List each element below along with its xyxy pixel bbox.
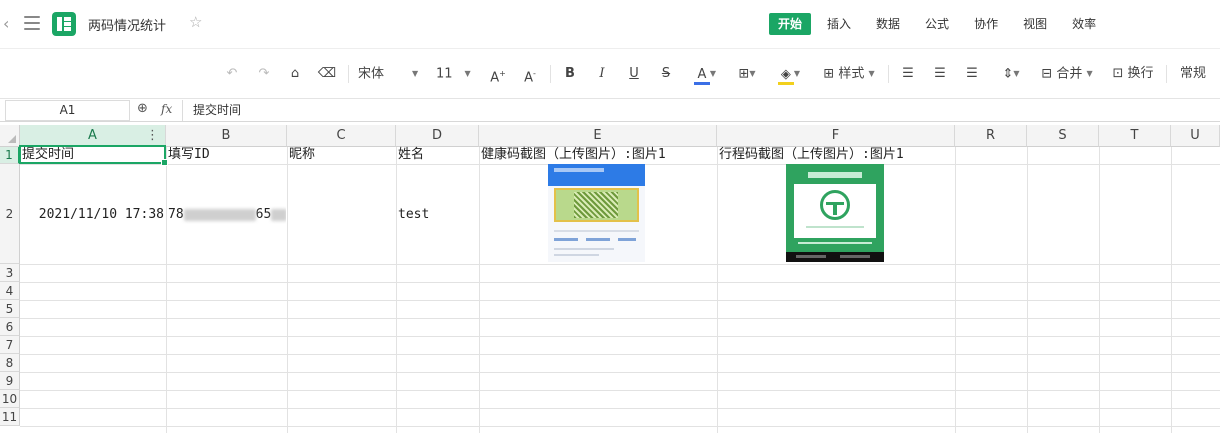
row-header-2[interactable]: 2 bbox=[0, 164, 20, 264]
formula-input[interactable]: 提交时间 bbox=[182, 100, 1217, 121]
id-suffix: 65 bbox=[255, 207, 272, 222]
cell-e1[interactable]: 健康码截图（上传图片）:图片1 bbox=[481, 146, 716, 163]
align-center-icon[interactable]: ☰ bbox=[930, 63, 950, 85]
redacted-id bbox=[183, 208, 256, 221]
row-header-1[interactable]: 1 bbox=[0, 147, 20, 164]
fill-color-button[interactable]: ◈ ▼ bbox=[772, 63, 806, 85]
row-header-9[interactable]: 9 bbox=[0, 372, 20, 390]
zoom-icon[interactable]: ⊕ bbox=[137, 101, 148, 116]
font-family-value: 宋体 bbox=[358, 66, 385, 82]
merge-label: 合并 bbox=[1056, 66, 1083, 82]
bold-icon[interactable]: B bbox=[560, 63, 580, 85]
cell-c1[interactable]: 昵称 bbox=[289, 146, 395, 163]
spreadsheet-grid[interactable]: A ⋮ B C D E F R S T U 1 2 3 4 5 6 7 8 9 1… bbox=[0, 122, 1220, 433]
align-left-icon[interactable]: ☰ bbox=[898, 63, 918, 85]
tab-data[interactable]: 数据 bbox=[867, 13, 909, 35]
clear-format-icon[interactable]: ⌫ bbox=[317, 63, 337, 85]
cell-d1[interactable]: 姓名 bbox=[398, 146, 478, 163]
tab-formula[interactable]: 公式 bbox=[916, 13, 958, 35]
fill-color-icon: ◈ bbox=[777, 64, 794, 86]
column-header-a[interactable]: A ⋮ bbox=[20, 125, 166, 147]
border-icon: ⊞ bbox=[738, 66, 750, 82]
cell-style-icon: ⊞ bbox=[823, 66, 835, 82]
cell-a2[interactable]: 2021/11/10 17:38 bbox=[22, 206, 164, 224]
sheet-logo-icon bbox=[52, 12, 76, 36]
menu-icon[interactable] bbox=[24, 16, 40, 30]
row-header-4[interactable]: 4 bbox=[0, 282, 20, 300]
font-color-button[interactable]: A ▼ bbox=[688, 63, 722, 85]
column-header-r[interactable]: R bbox=[955, 125, 1027, 147]
cell-b2[interactable]: 78 65 bbox=[168, 206, 286, 224]
document-title[interactable]: 两码情况统计 bbox=[88, 15, 166, 34]
font-family-select[interactable]: 宋体 ▼ bbox=[358, 63, 426, 85]
column-header-f[interactable]: F bbox=[717, 125, 955, 147]
font-size-value: 11 bbox=[436, 66, 453, 82]
row-header-8[interactable]: 8 bbox=[0, 354, 20, 372]
tab-efficiency[interactable]: 效率 bbox=[1063, 13, 1105, 35]
select-all-corner[interactable] bbox=[0, 125, 20, 147]
formula-bar: A1 ⊕ fx 提交时间 bbox=[0, 98, 1220, 122]
health-code-image[interactable] bbox=[548, 164, 645, 262]
cell-f1[interactable]: 行程码截图（上传图片）:图片1 bbox=[719, 146, 954, 163]
row-header-5[interactable]: 5 bbox=[0, 300, 20, 318]
row-header-6[interactable]: 6 bbox=[0, 318, 20, 336]
font-size-select[interactable]: 11 ▼ bbox=[436, 63, 478, 85]
align-right-icon[interactable]: ☰ bbox=[962, 63, 982, 85]
wrap-text-label: 换行 bbox=[1127, 66, 1154, 81]
menu-tabs: 开始 插入 数据 公式 协作 视图 效率 bbox=[769, 13, 1112, 35]
row-header-11[interactable]: 11 bbox=[0, 408, 20, 426]
back-icon[interactable]: ‹ bbox=[3, 14, 17, 34]
id-prefix: 78 bbox=[168, 207, 184, 222]
cell-style-button[interactable]: ⊞ 样式 ▼ bbox=[818, 63, 880, 85]
font-color-icon: A bbox=[693, 64, 710, 86]
column-header-s[interactable]: S bbox=[1027, 125, 1099, 147]
trip-code-image[interactable] bbox=[786, 164, 884, 262]
active-cell-selection bbox=[19, 145, 168, 166]
number-format-select[interactable]: 常规 bbox=[1176, 63, 1210, 85]
tab-insert[interactable]: 插入 bbox=[818, 13, 860, 35]
merge-button[interactable]: ⊟ 合并 ▼ bbox=[1036, 63, 1098, 85]
star-icon[interactable]: ☆ bbox=[189, 13, 202, 31]
fx-icon[interactable]: fx bbox=[161, 102, 172, 116]
row-header-3[interactable]: 3 bbox=[0, 264, 20, 282]
column-header-e[interactable]: E bbox=[479, 125, 717, 147]
tab-start[interactable]: 开始 bbox=[769, 13, 812, 35]
tab-collaborate[interactable]: 协作 bbox=[965, 13, 1007, 35]
tab-view[interactable]: 视图 bbox=[1014, 13, 1056, 35]
column-header-d[interactable]: D bbox=[396, 125, 479, 147]
wrap-text-icon: ⊡ bbox=[1112, 66, 1124, 81]
vertical-align-icon: ⇕ bbox=[1002, 66, 1014, 82]
name-box[interactable]: A1 bbox=[5, 100, 130, 121]
column-header-u[interactable]: U bbox=[1171, 125, 1220, 147]
cell-b1[interactable]: 填写ID bbox=[168, 146, 286, 163]
increase-font-icon[interactable]: A+ bbox=[488, 63, 508, 85]
formatting-toolbar: ↶ ↷ ⌂ ⌫ 宋体 ▼ 11 ▼ A+ A- B I U S A ▼ ⊞▼ ◈ ▼ ⊞… bbox=[0, 48, 1220, 98]
column-header-b[interactable]: B bbox=[166, 125, 287, 147]
column-header-t[interactable]: T bbox=[1099, 125, 1171, 147]
column-menu-icon[interactable]: ⋮ bbox=[146, 125, 159, 147]
row-header-10[interactable]: 10 bbox=[0, 390, 20, 408]
underline-icon[interactable]: U bbox=[624, 63, 644, 85]
undo-icon[interactable]: ↶ bbox=[222, 63, 242, 85]
column-header-c[interactable]: C bbox=[287, 125, 396, 147]
vertical-align-button[interactable]: ⇕▼ bbox=[994, 63, 1028, 85]
title-bar: ‹ 两码情况统计 ☆ 开始 插入 数据 公式 协作 视图 效率 bbox=[0, 0, 1220, 48]
redacted-id-end bbox=[271, 208, 286, 221]
wrap-text-button[interactable]: ⊡ 换行 bbox=[1108, 63, 1158, 85]
cell-d2[interactable]: test bbox=[398, 206, 478, 224]
merge-icon: ⊟ bbox=[1041, 66, 1053, 82]
decrease-font-icon[interactable]: A- bbox=[520, 63, 540, 85]
strikethrough-icon[interactable]: S bbox=[656, 63, 676, 85]
redo-icon[interactable]: ↷ bbox=[254, 63, 274, 85]
column-header-label: A bbox=[88, 128, 97, 143]
italic-icon[interactable]: I bbox=[592, 63, 612, 85]
row-header-7[interactable]: 7 bbox=[0, 336, 20, 354]
border-button[interactable]: ⊞▼ bbox=[730, 63, 764, 85]
format-painter-icon[interactable]: ⌂ bbox=[285, 63, 305, 85]
cell-style-label: 样式 bbox=[838, 66, 865, 82]
